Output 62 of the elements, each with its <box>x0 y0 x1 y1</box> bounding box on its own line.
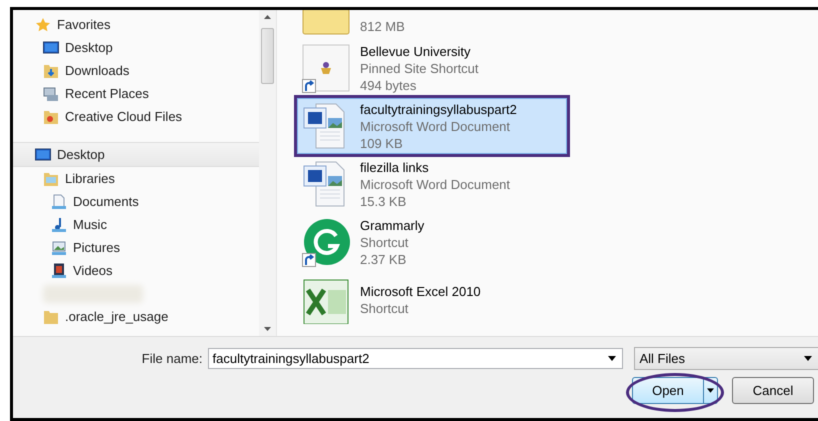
folder-icon <box>43 62 59 78</box>
scroll-thumb[interactable] <box>261 28 274 84</box>
star-icon <box>35 16 51 32</box>
file-item[interactable]: Grammarly Shortcut 2.37 KB <box>297 214 567 270</box>
nav-item[interactable]: Documents <box>13 190 259 213</box>
nav-item[interactable]: Pictures <box>13 236 259 259</box>
file-type-dropdown[interactable]: All Files <box>634 347 818 370</box>
folder-icon <box>43 108 59 124</box>
shortcut-arrow-icon <box>302 253 316 267</box>
monitor-icon <box>35 146 51 162</box>
cancel-button[interactable]: Cancel <box>732 377 814 404</box>
file-item[interactable]: filezilla links Microsoft Word Document 15.3 KB <box>297 156 567 212</box>
nav-item[interactable]: Favorites <box>13 13 259 36</box>
zip-folder-icon <box>302 10 350 35</box>
nav-item[interactable]: Desktop <box>13 36 259 59</box>
file-size: 812 MB <box>360 18 405 35</box>
caret-icon <box>608 356 616 361</box>
computer-icon <box>43 86 59 102</box>
nav-item[interactable]: Downloads <box>13 59 259 82</box>
file-name-label: File name: <box>140 351 204 366</box>
file-name: filezilla links <box>360 158 430 176</box>
film-icon <box>51 262 67 278</box>
file-name: Bellevue University <box>360 42 472 60</box>
nav-item[interactable]: Libraries <box>13 167 259 190</box>
folder-icon <box>43 170 59 186</box>
scroll-up-icon[interactable] <box>264 15 271 19</box>
site-shortcut-icon <box>302 44 350 92</box>
file-item[interactable]: Bellevue University Pinned Site Shortcut 494 bytes <box>297 40 567 96</box>
file-name-field[interactable]: facultytrainingsyllabuspart2 <box>208 348 624 369</box>
file-size: 494 bytes <box>360 76 418 94</box>
file-name: Microsoft Excel 2010 <box>360 283 481 300</box>
picture-icon <box>51 240 67 256</box>
file-size: 109 KB <box>360 134 404 152</box>
nav-item[interactable]: Desktop <box>13 142 259 167</box>
folder-icon <box>43 308 59 324</box>
circle-g-icon <box>302 218 350 266</box>
monitor-icon <box>43 40 59 56</box>
nav-item[interactable]: Videos <box>13 259 259 282</box>
file-type: Shortcut <box>360 234 410 250</box>
file-type: Shortcut <box>360 300 410 317</box>
file-item[interactable]: Microsoft Excel 2010 Shortcut <box>297 272 567 328</box>
file-type: Pinned Site Shortcut <box>360 60 479 76</box>
caret-icon <box>707 388 714 393</box>
file-size: 2.37 KB <box>360 250 408 268</box>
file-item[interactable]: facultytrainingsyllabuspart2 Microsoft Word Document 109 KB <box>297 98 567 154</box>
open-button[interactable]: Open <box>632 377 704 404</box>
shortcut-arrow-icon <box>302 79 316 93</box>
nav-item[interactable]: Recent Places <box>13 82 259 105</box>
file-type: Microsoft Word Document <box>360 176 510 192</box>
document-icon <box>51 194 67 210</box>
file-size: 15.3 KB <box>360 192 408 210</box>
caret-icon <box>804 356 812 361</box>
file-name: facultytrainingsyllabuspart2 <box>360 100 517 118</box>
nav-item[interactable]: Music <box>13 213 259 236</box>
file-name: Grammarly <box>360 216 424 234</box>
scrollbar[interactable] <box>259 10 276 336</box>
file-item[interactable]: 812 MB <box>297 10 567 36</box>
music-note-icon <box>51 216 67 232</box>
scroll-down-icon[interactable] <box>264 327 271 331</box>
nav-item[interactable]: .oracle_jre_usage <box>13 305 259 328</box>
nav-item[interactable]: Creative Cloud Files <box>13 105 259 128</box>
file-type: Microsoft Word Document <box>360 118 512 134</box>
